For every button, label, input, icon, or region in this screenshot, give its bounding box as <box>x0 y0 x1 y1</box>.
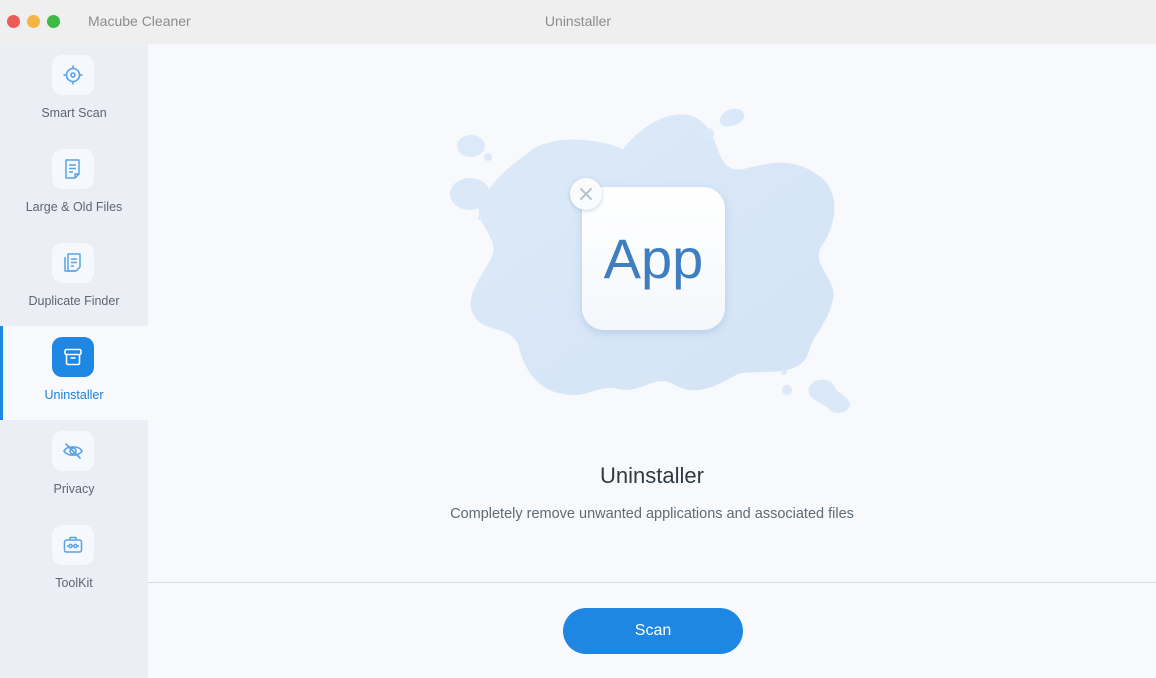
splash-drop <box>491 233 501 243</box>
splash-drop <box>450 178 490 210</box>
scan-button[interactable]: Scan <box>563 608 743 654</box>
splash-drop <box>484 153 492 161</box>
splash-drop <box>808 379 850 413</box>
eye-slash-icon <box>52 431 94 471</box>
splash-drop <box>457 135 485 157</box>
close-icon <box>570 178 602 210</box>
app-card: App <box>582 187 725 330</box>
title-bar: Macube Cleaner Uninstaller <box>0 0 1156 44</box>
sidebar: Smart Scan Large & Old Files Duplicate F… <box>0 44 148 678</box>
splash-drop <box>478 216 482 220</box>
splash-drop <box>781 369 787 375</box>
toolbox-icon <box>52 525 94 565</box>
sidebar-item-label: Uninstaller <box>44 388 104 402</box>
box-icon <box>52 337 94 377</box>
app-window: Macube Cleaner Uninstaller Smart Scan La… <box>0 0 1156 678</box>
sidebar-item-uninstaller[interactable]: Uninstaller <box>0 326 148 420</box>
splash-drop <box>515 208 523 216</box>
splash-drop <box>702 128 714 140</box>
main-content: App Uninstaller Completely remove unwant… <box>148 44 1156 678</box>
sidebar-item-label: Smart Scan <box>41 106 107 120</box>
sidebar-item-label: ToolKit <box>55 576 93 590</box>
sidebar-item-label: Privacy <box>53 482 95 496</box>
window-title: Uninstaller <box>544 13 612 29</box>
sidebar-item-large-old-files[interactable]: Large & Old Files <box>0 138 148 232</box>
sidebar-item-duplicate-finder[interactable]: Duplicate Finder <box>0 232 148 326</box>
app-card-label: App <box>603 227 704 290</box>
sidebar-item-label: Large & Old Files <box>25 200 123 214</box>
sidebar-item-smart-scan[interactable]: Smart Scan <box>0 44 148 138</box>
sidebar-item-label: Duplicate Finder <box>28 294 120 308</box>
target-icon <box>52 55 94 95</box>
divider <box>148 582 1156 583</box>
duplicate-documents-icon <box>52 243 94 283</box>
splash-drop <box>719 108 745 127</box>
sidebar-item-privacy[interactable]: Privacy <box>0 420 148 514</box>
page-title: Uninstaller <box>600 463 704 488</box>
splash-drop <box>782 385 792 395</box>
sidebar-item-toolkit[interactable]: ToolKit <box>0 514 148 608</box>
page-description: Completely remove unwanted applications … <box>450 506 854 522</box>
document-icon <box>52 149 94 189</box>
